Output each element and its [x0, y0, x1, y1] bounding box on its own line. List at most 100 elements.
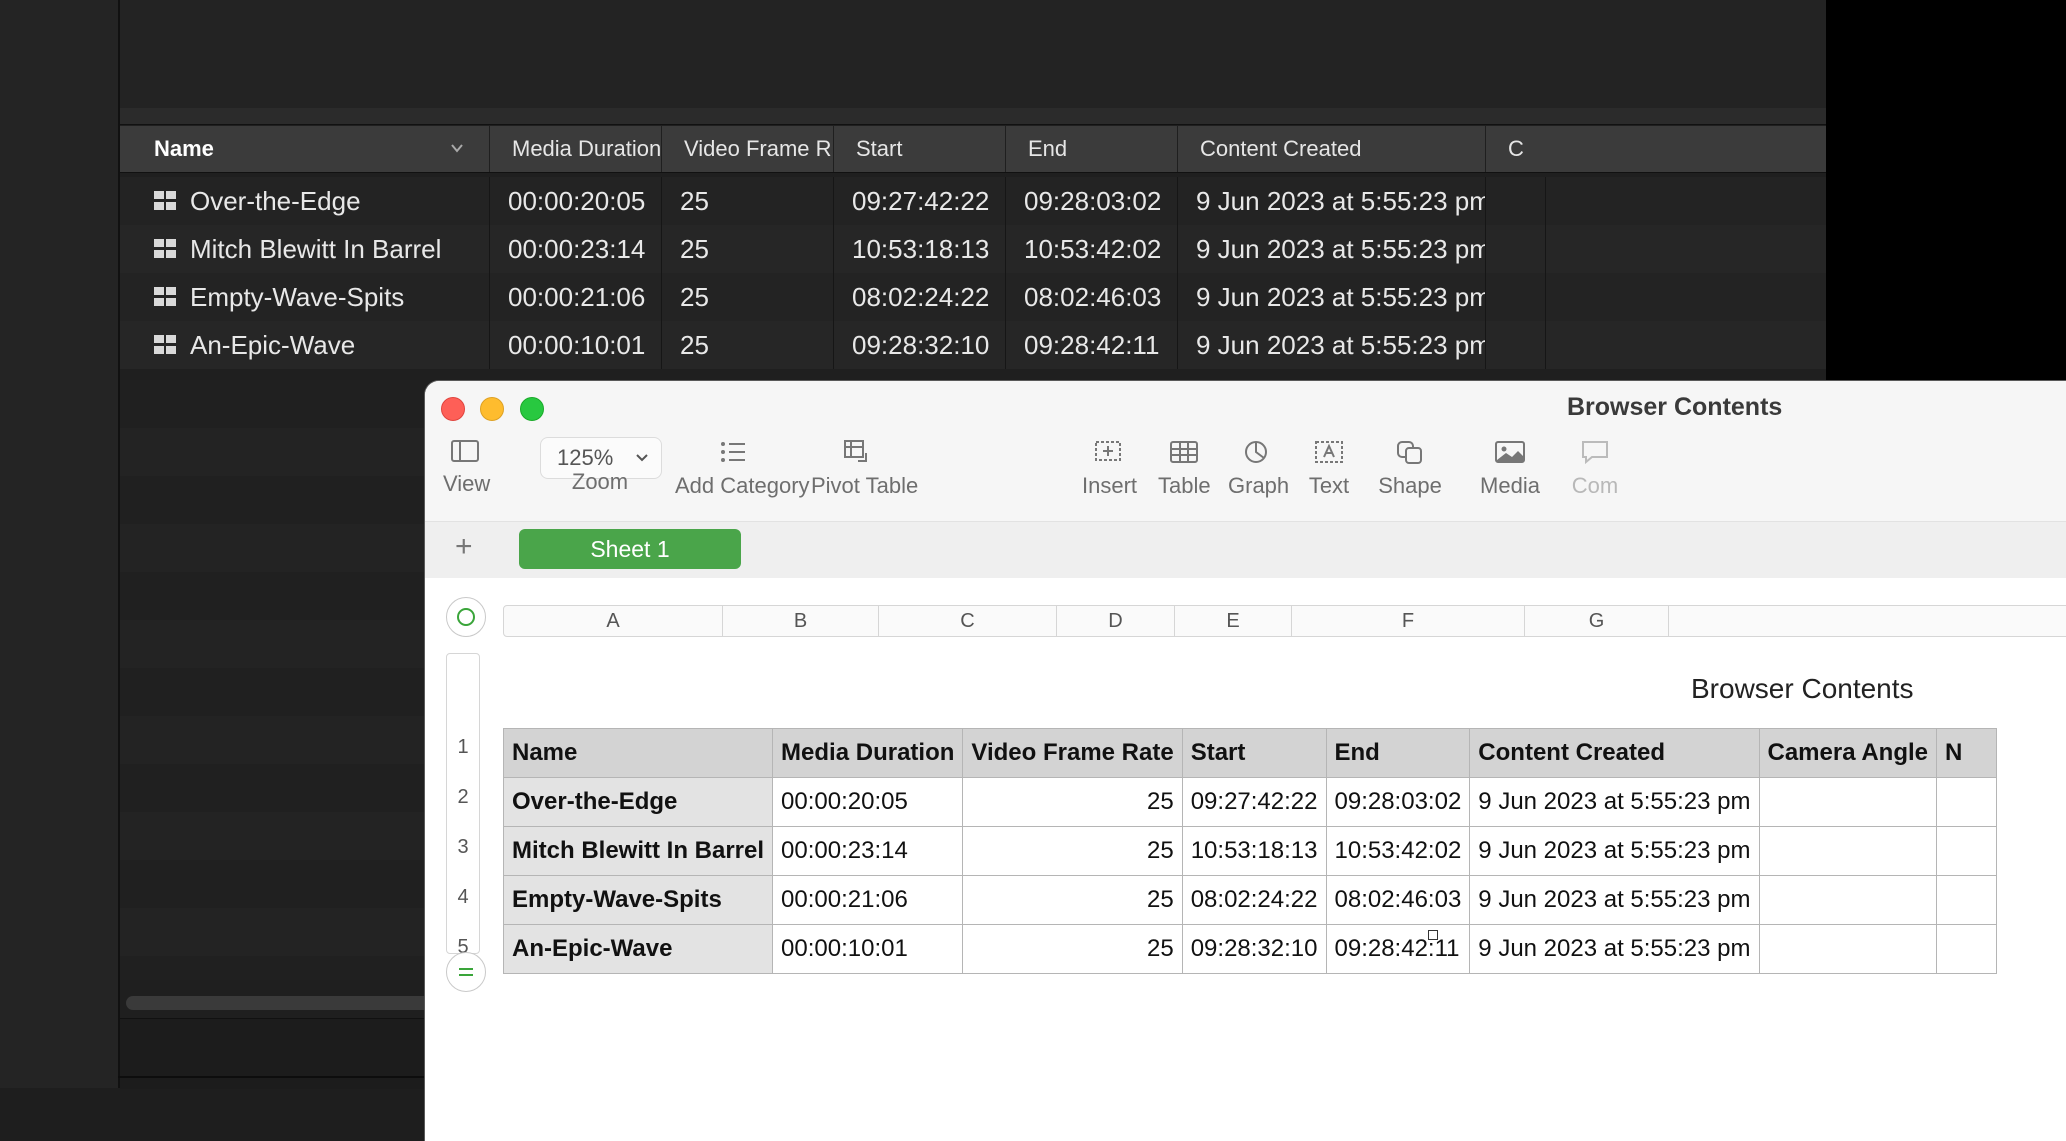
clip-row[interactable]: An-Epic-Wave 00:00:10:01 25 09:28:32:10 09:2… — [120, 321, 1826, 369]
table-cell[interactable] — [1936, 826, 1997, 876]
add-category-button[interactable]: Add Category — [675, 439, 810, 499]
table-cell[interactable]: 09:27:42:22 — [1181, 777, 1327, 827]
row-number[interactable]: 1 — [447, 736, 479, 759]
table-button[interactable]: Table — [1158, 439, 1211, 499]
table-cell[interactable] — [1758, 924, 1937, 974]
header-cell[interactable]: Media Duration — [772, 728, 964, 778]
pane-divider[interactable] — [120, 108, 1826, 227]
table-cell[interactable]: 9 Jun 2023 at 5:55:23 pm — [1469, 777, 1760, 827]
table-cell[interactable]: 00:00:20:05 — [772, 777, 964, 827]
table-cell[interactable]: 9 Jun 2023 at 5:55:23 pm — [1469, 826, 1760, 876]
zoom-value: 125% — [557, 445, 614, 470]
clip-row[interactable]: Empty-Wave-Spits 00:00:21:06 25 08:02:24:22… — [120, 273, 1826, 321]
table-row: An-Epic-Wave 00:00:10:01 25 09:28:32:10 09:2… — [502, 924, 1997, 974]
column-letter[interactable]: E — [1175, 606, 1292, 636]
sheet-tab[interactable]: Sheet 1 — [519, 529, 741, 569]
header-cell[interactable]: N — [1936, 728, 1997, 778]
table-cell[interactable]: 9 Jun 2023 at 5:55:23 pm — [1469, 875, 1760, 925]
table-cell[interactable]: 09:28:42:11 — [1325, 924, 1471, 974]
table-cell[interactable] — [1758, 777, 1937, 827]
row-number[interactable]: 3 — [447, 836, 479, 859]
select-table-button[interactable] — [446, 597, 486, 637]
truncated-cell — [1486, 273, 1546, 321]
end-cell: 10:53:42:02 — [1006, 225, 1178, 273]
column-header-start[interactable]: Start — [834, 126, 1006, 172]
list-icon — [721, 442, 745, 462]
header-cell[interactable]: Camera Angle — [1758, 728, 1937, 778]
frame-rate-cell: 25 — [662, 321, 834, 369]
table-cell[interactable]: An-Epic-Wave — [502, 924, 774, 974]
header-cell[interactable]: Video Frame Rate — [962, 728, 1183, 778]
table-cell[interactable]: 09:28:03:02 — [1325, 777, 1471, 827]
insert-button[interactable]: Insert — [1082, 439, 1137, 499]
table-cell[interactable]: 25 — [962, 875, 1183, 925]
row-number[interactable]: 4 — [447, 886, 479, 909]
column-header-truncated[interactable]: C — [1486, 126, 1546, 172]
clip-name-cell: Empty-Wave-Spits — [120, 273, 490, 321]
column-header-end[interactable]: End — [1006, 126, 1178, 172]
text-button[interactable]: Text — [1307, 439, 1351, 499]
column-header-name[interactable]: Name — [120, 126, 490, 172]
column-letter[interactable]: F — [1292, 606, 1525, 636]
pivot-table-button[interactable]: Pivot Table — [811, 439, 918, 499]
clip-name: Mitch Blewitt In Barrel — [190, 234, 442, 264]
resize-handle[interactable] — [1428, 930, 1438, 940]
media-button[interactable]: Media — [1478, 439, 1542, 499]
add-sheet-button[interactable]: + — [455, 530, 473, 564]
column-letter[interactable]: G — [1525, 606, 1669, 636]
table-cell[interactable] — [1758, 875, 1937, 925]
table-cell[interactable]: 25 — [962, 826, 1183, 876]
close-button[interactable] — [441, 397, 465, 421]
sidebar-icon — [451, 440, 479, 462]
clip-icon — [154, 191, 178, 211]
header-cell[interactable]: Name — [502, 728, 774, 778]
table-cell[interactable]: 10:53:42:02 — [1325, 826, 1471, 876]
text-box-icon — [1315, 441, 1343, 463]
shape-button[interactable]: Shape — [1378, 439, 1442, 499]
row-number[interactable]: 2 — [447, 786, 479, 809]
table-title[interactable]: Browser Contents — [1691, 673, 1914, 705]
clip-row[interactable]: Mitch Blewitt In Barrel 00:00:23:14 25 10:5… — [120, 225, 1826, 273]
table-cell[interactable]: Mitch Blewitt In Barrel — [502, 826, 774, 876]
column-letter[interactable]: A — [504, 606, 723, 636]
column-letter[interactable]: B — [723, 606, 879, 636]
graph-button[interactable]: Graph — [1228, 439, 1289, 499]
shape-icon — [1397, 441, 1422, 464]
table-cell[interactable]: 09:28:32:10 — [1181, 924, 1327, 974]
table-cell[interactable] — [1936, 875, 1997, 925]
minimize-button[interactable] — [480, 397, 504, 421]
media-duration-cell: 00:00:20:05 — [490, 177, 662, 225]
table-cell[interactable]: 9 Jun 2023 at 5:55:23 pm — [1469, 924, 1760, 974]
table-cell[interactable] — [1758, 826, 1937, 876]
table-cell[interactable]: Over-the-Edge — [502, 777, 774, 827]
column-header-media-duration[interactable]: Media Duration — [490, 126, 662, 172]
column-letter[interactable]: C — [879, 606, 1057, 636]
header-cell[interactable]: Start — [1181, 728, 1327, 778]
pivot-table-icon — [844, 440, 867, 462]
comment-button[interactable]: Com — [1565, 439, 1625, 499]
table-row: Empty-Wave-Spits 00:00:21:06 25 08:02:24:22… — [502, 875, 1997, 925]
table-cell[interactable]: 25 — [962, 924, 1183, 974]
table-cell[interactable]: 10:53:18:13 — [1181, 826, 1327, 876]
table-cell[interactable] — [1936, 777, 1997, 827]
zoom-button[interactable] — [520, 397, 544, 421]
column-header-frame-rate[interactable]: Video Frame R... — [662, 126, 834, 172]
chevron-down-icon[interactable] — [450, 141, 464, 155]
view-button[interactable]: View — [443, 439, 490, 497]
column-letter[interactable]: D — [1057, 606, 1175, 636]
table-cell[interactable]: 25 — [962, 777, 1183, 827]
sheet-tab-bar: + Sheet 1 — [425, 521, 2066, 579]
table-cell[interactable]: Empty-Wave-Spits — [502, 875, 774, 925]
add-row-button[interactable] — [446, 952, 486, 992]
header-cell[interactable]: Content Created — [1469, 728, 1760, 778]
table-cell[interactable]: 00:00:21:06 — [772, 875, 964, 925]
table-cell[interactable]: 00:00:10:01 — [772, 924, 964, 974]
table-cell[interactable]: 00:00:23:14 — [772, 826, 964, 876]
column-header-content-created[interactable]: Content Created — [1178, 126, 1486, 172]
photo-icon — [1495, 441, 1525, 463]
clip-row[interactable]: Over-the-Edge 00:00:20:05 25 09:27:42:22 09:… — [120, 177, 1826, 225]
table-cell[interactable]: 08:02:24:22 — [1181, 875, 1327, 925]
table-cell[interactable] — [1936, 924, 1997, 974]
table-cell[interactable]: 08:02:46:03 — [1325, 875, 1471, 925]
header-cell[interactable]: End — [1325, 728, 1471, 778]
